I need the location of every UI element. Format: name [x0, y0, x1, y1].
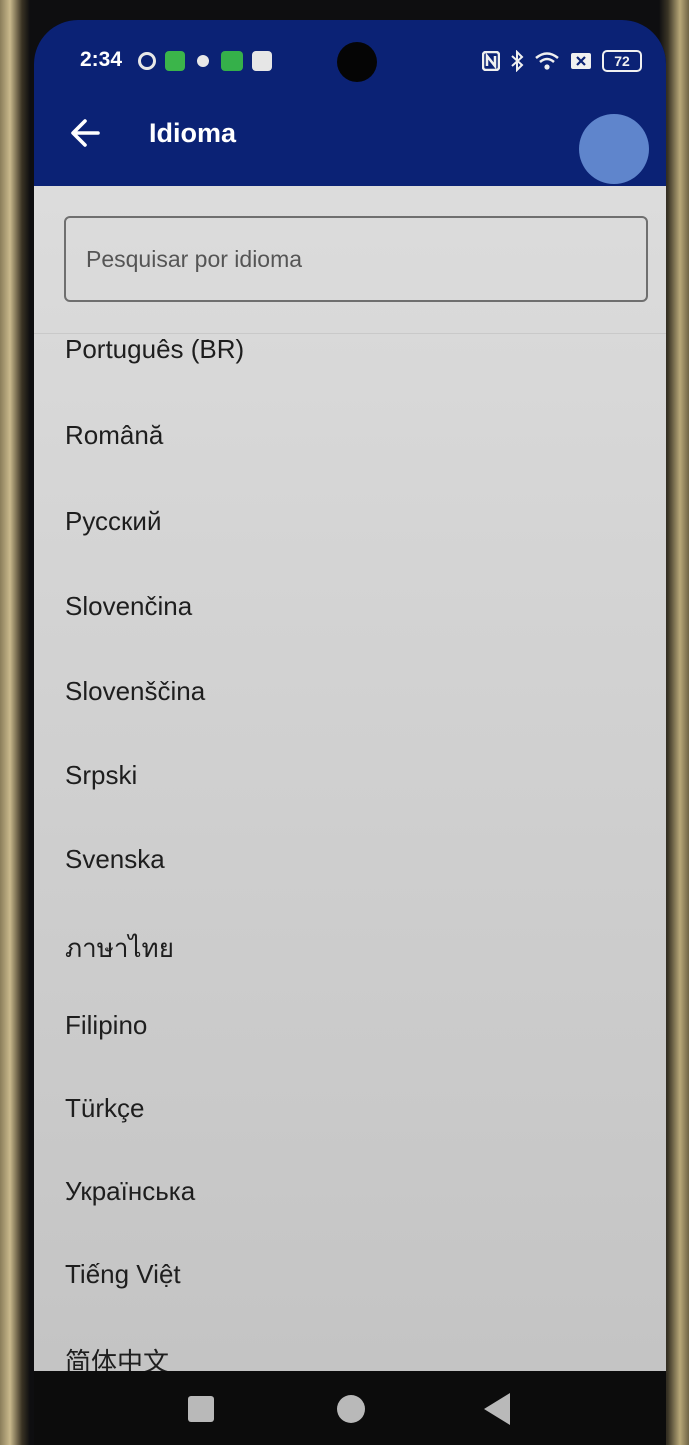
search-container: [34, 186, 666, 334]
no-sim-icon: [571, 53, 591, 69]
arrow-left-icon[interactable]: [68, 116, 102, 150]
language-label: Português (BR): [65, 334, 245, 364]
language-label: Filipino: [65, 1010, 148, 1040]
language-label: Tiếng Việt: [65, 1259, 181, 1289]
list-item[interactable]: Srpski: [34, 760, 666, 844]
list-item[interactable]: Slovenčina: [34, 591, 666, 675]
list-item[interactable]: Türkçe: [34, 1093, 666, 1177]
wifi-icon: [535, 52, 559, 70]
nfc-icon: [482, 51, 500, 71]
language-label: 简体中文: [65, 1347, 170, 1371]
language-label: Slovenčina: [65, 591, 193, 621]
language-label: Română: [65, 420, 164, 450]
list-item[interactable]: 简体中文: [34, 1342, 666, 1371]
list-item[interactable]: Português (BR): [34, 334, 666, 418]
list-item[interactable]: Filipino: [34, 1010, 666, 1094]
language-label: Українська: [65, 1176, 196, 1206]
app-bar: 2:34 72 Idioma: [34, 20, 666, 186]
search-input[interactable]: [64, 216, 648, 302]
screen: 2:34 72 Idioma Pesquisar por idioma Port…: [34, 20, 666, 1445]
language-label: Русский: [65, 506, 162, 536]
triangle-back-icon[interactable]: [484, 1393, 510, 1425]
page-title: Idioma: [149, 118, 237, 148]
touch-indicator: [579, 114, 649, 184]
square-icon[interactable]: [188, 1396, 214, 1422]
circle-icon[interactable]: [337, 1395, 365, 1423]
system-nav-bar: [34, 1371, 666, 1445]
language-content: Português (BR) Română Русский Slovenčina…: [34, 186, 666, 1371]
list-item[interactable]: ภาษาไทย: [34, 928, 666, 1012]
system-status-icons: 72: [482, 50, 642, 72]
language-label: Slovenščina: [65, 676, 206, 706]
settings-notification-icon: [138, 52, 156, 70]
app-notification-icon: [165, 51, 185, 71]
language-label: Srpski: [65, 760, 138, 790]
list-item[interactable]: Slovenščina: [34, 676, 666, 760]
list-item[interactable]: Русский: [34, 506, 666, 590]
android-notification-icon: [197, 55, 209, 67]
language-label: Türkçe: [65, 1093, 145, 1123]
status-time: 2:34: [80, 48, 123, 71]
battery-icon: 72: [602, 50, 642, 72]
language-label: ภาษาไทย: [65, 933, 174, 963]
notification-icons: [138, 51, 272, 71]
front-camera: [337, 42, 377, 82]
list-item[interactable]: Română: [34, 420, 666, 504]
list-item[interactable]: Svenska: [34, 844, 666, 928]
sim-notification-icon: [221, 51, 243, 71]
language-label: Svenska: [65, 844, 165, 874]
list-item[interactable]: Українська: [34, 1176, 666, 1260]
phone-frame: 2:34 72 Idioma Pesquisar por idioma Port…: [0, 0, 689, 1445]
bluetooth-icon: [511, 50, 524, 72]
message-notification-icon: [252, 51, 272, 71]
list-item[interactable]: Tiếng Việt: [34, 1259, 666, 1343]
